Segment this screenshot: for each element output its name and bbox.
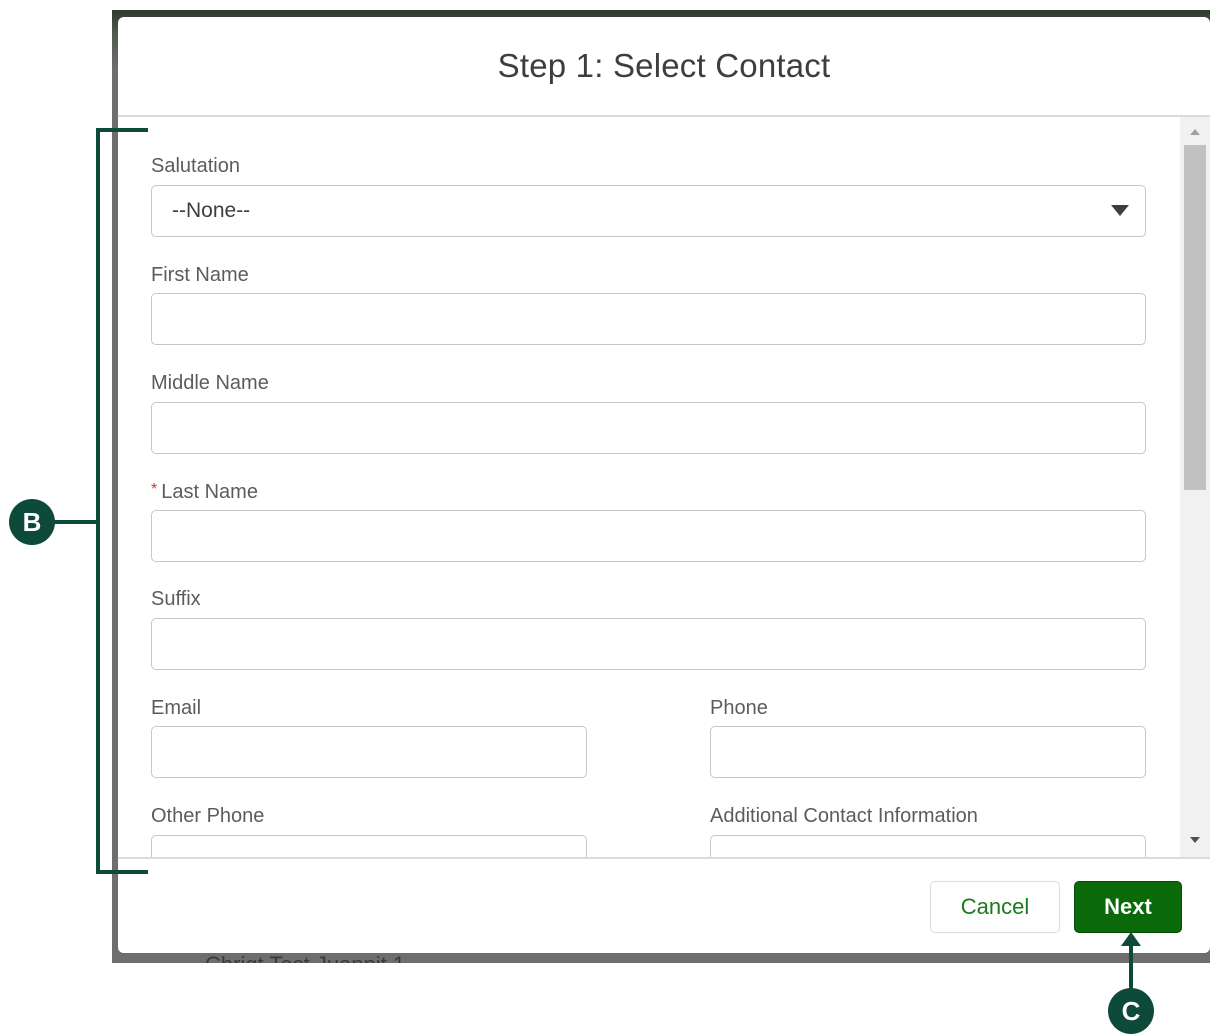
select-contact-modal: Step 1: Select Contact Salutation --None… xyxy=(118,17,1210,953)
background-text: Chrigt Test Juannit 1 xyxy=(205,952,405,963)
additional-info-input[interactable] xyxy=(710,835,1146,857)
callout-c-badge: C xyxy=(1108,988,1154,1034)
other-phone-input[interactable] xyxy=(151,835,587,857)
last-name-label-text: Last Name xyxy=(161,481,258,503)
arrow-up-icon xyxy=(1121,932,1141,946)
middle-name-input[interactable] xyxy=(151,402,1146,454)
other-phone-label: Other Phone xyxy=(151,805,265,827)
last-name-input[interactable] xyxy=(151,510,1146,562)
modal-body[interactable]: Salutation --None-- First Name Middle Na… xyxy=(118,117,1210,857)
additional-info-label: Additional Contact Information xyxy=(710,805,978,827)
email-input[interactable] xyxy=(151,726,587,778)
modal-footer: Cancel Next xyxy=(118,857,1210,953)
phone-input[interactable] xyxy=(710,726,1146,778)
suffix-input[interactable] xyxy=(151,618,1146,670)
email-label: Email xyxy=(151,697,202,719)
annotation-bracket-bottom xyxy=(96,870,148,874)
salutation-select[interactable]: --None-- xyxy=(151,185,1146,237)
scroll-up-arrow-icon[interactable] xyxy=(1190,129,1200,135)
modal-title: Step 1: Select Contact xyxy=(497,47,831,84)
callout-c-line xyxy=(1129,940,1133,992)
callout-b-badge: B xyxy=(9,499,55,545)
phone-label: Phone xyxy=(710,697,768,719)
modal-header: Step 1: Select Contact xyxy=(118,17,1210,117)
modal-scrollbar[interactable] xyxy=(1180,117,1210,857)
annotation-bracket xyxy=(96,128,100,874)
annotation-bracket-top xyxy=(96,128,148,132)
salutation-label: Salutation xyxy=(151,155,240,177)
first-name-label: First Name xyxy=(151,264,249,286)
chevron-down-icon xyxy=(1111,205,1129,216)
required-marker: * xyxy=(151,481,158,498)
last-name-label: * Last Name xyxy=(151,481,258,504)
next-button[interactable]: Next xyxy=(1074,881,1182,933)
annotation-bracket-connector xyxy=(54,520,98,524)
middle-name-label: Middle Name xyxy=(151,372,269,394)
scroll-down-arrow-icon[interactable] xyxy=(1190,837,1200,843)
first-name-input[interactable] xyxy=(151,293,1146,345)
scroll-thumb[interactable] xyxy=(1184,145,1206,490)
salutation-value: --None-- xyxy=(172,199,251,222)
suffix-label: Suffix xyxy=(151,588,201,610)
cancel-button[interactable]: Cancel xyxy=(930,881,1060,933)
